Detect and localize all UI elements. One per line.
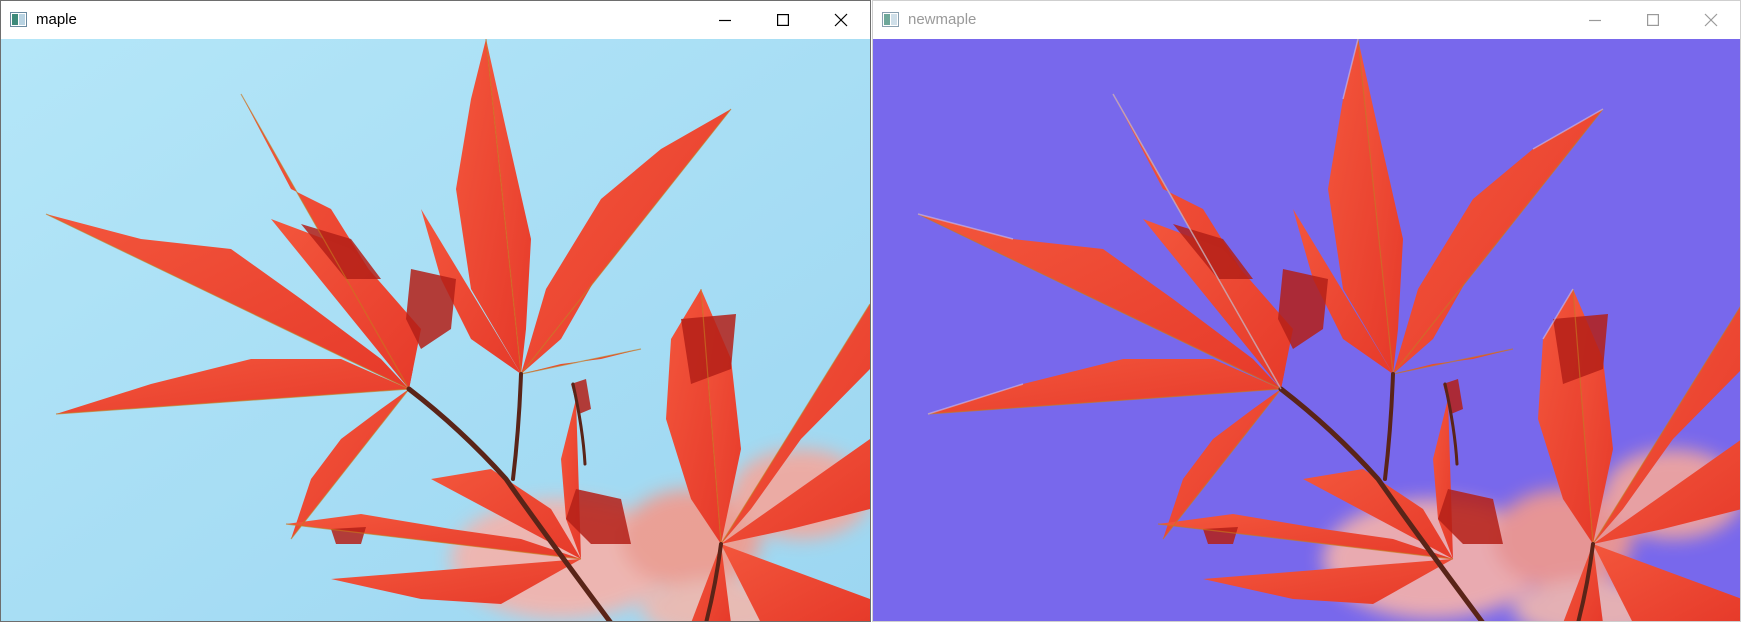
close-icon bbox=[1704, 13, 1718, 27]
title-bar[interactable]: maple bbox=[1, 1, 870, 39]
image-canvas bbox=[873, 39, 1740, 621]
minimize-button[interactable] bbox=[1566, 1, 1624, 39]
window-title: newmaple bbox=[908, 11, 977, 28]
maple-leaves-photo bbox=[1, 39, 870, 621]
app-icon bbox=[10, 12, 27, 27]
app-icon bbox=[882, 12, 899, 27]
image-window-maple: maple bbox=[0, 0, 871, 622]
maple-leaves-recolored bbox=[873, 39, 1740, 621]
title-bar[interactable]: newmaple bbox=[873, 1, 1740, 39]
minimize-icon bbox=[1589, 19, 1601, 22]
maximize-button[interactable] bbox=[754, 1, 812, 39]
minimize-button[interactable] bbox=[696, 1, 754, 39]
image-window-newmaple: newmaple bbox=[872, 0, 1741, 622]
maximize-icon bbox=[1647, 14, 1659, 26]
close-button[interactable] bbox=[1682, 1, 1740, 39]
minimize-icon bbox=[719, 19, 731, 22]
maximize-icon bbox=[777, 14, 789, 26]
image-canvas bbox=[1, 39, 870, 621]
maximize-button[interactable] bbox=[1624, 1, 1682, 39]
close-button[interactable] bbox=[812, 1, 870, 39]
close-icon bbox=[834, 13, 848, 27]
window-title: maple bbox=[36, 11, 77, 28]
